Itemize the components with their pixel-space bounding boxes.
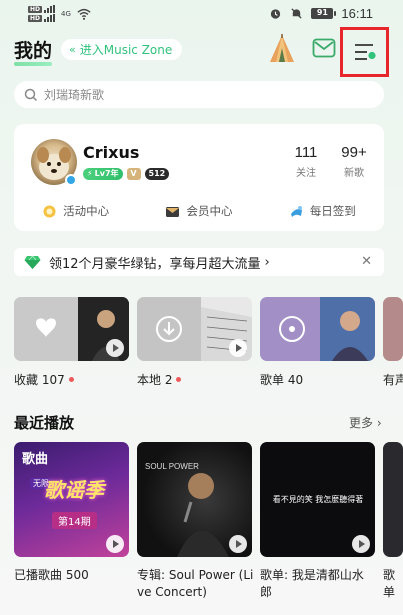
activity-center-link[interactable]: 活动中心 xyxy=(14,202,137,220)
cover-episode: 第14期 xyxy=(52,512,97,529)
play-icon[interactable] xyxy=(352,535,370,553)
recent-card-playlist-label: 歌单: 我是清都山水 郎 xyxy=(260,567,378,601)
username[interactable]: Crixus xyxy=(83,143,139,162)
sim2-tag: HD xyxy=(28,14,43,22)
signal-2-icon xyxy=(44,14,56,22)
header: 我的 « 进入Music Zone xyxy=(0,27,403,77)
local-tile[interactable] xyxy=(137,297,252,361)
mute-bell-icon xyxy=(291,8,303,19)
user-badges: ⚡ Lv7年 V 512 xyxy=(83,168,170,180)
recent-card-partial[interactable] xyxy=(383,442,403,557)
favorites-label: 收藏 107 xyxy=(14,373,65,387)
playlists-label: 歌单 40 xyxy=(260,373,304,387)
verified-badge-icon xyxy=(65,174,77,186)
promo-banner[interactable]: 领12个月豪华绿钻，享每月超大流量 › ✕ xyxy=(14,248,384,276)
music-zone-link[interactable]: « 进入Music Zone xyxy=(61,39,183,60)
close-icon[interactable]: ✕ xyxy=(361,254,372,269)
tent-icon[interactable] xyxy=(268,34,296,64)
audiobook-label: 有声 xyxy=(383,373,403,387)
menu-icon xyxy=(354,44,376,60)
new-songs-count: 99+ xyxy=(341,144,367,161)
search-input[interactable] xyxy=(44,87,364,102)
member-envelope-icon xyxy=(166,206,180,217)
daily-sign-in-label: 每日签到 xyxy=(309,204,356,218)
new-songs-stat[interactable]: 99+ 新歌 xyxy=(334,144,374,179)
new-songs-label: 新歌 xyxy=(344,168,364,179)
play-icon[interactable] xyxy=(106,535,124,553)
mail-icon[interactable] xyxy=(312,38,336,58)
new-dot xyxy=(68,377,74,382)
network-type: 4G xyxy=(61,9,71,18)
local-label-row: 本地 2 xyxy=(137,371,182,388)
album-label-line2: ve Concert) xyxy=(137,585,207,599)
playlist-cover-text: 看不見的笑 我怎麼聽得著 xyxy=(272,495,364,504)
recent-section-title: 最近播放 xyxy=(14,414,75,432)
favorites-label-row: 收藏 107 xyxy=(14,371,74,388)
play-icon[interactable] xyxy=(229,339,247,357)
recent-card-album[interactable]: SOUL POWER xyxy=(137,442,252,557)
audiobook-tile[interactable] xyxy=(383,297,403,361)
playlists-tile[interactable] xyxy=(260,297,375,361)
playlists-cover xyxy=(260,297,375,361)
activity-center-label: 活动中心 xyxy=(63,204,110,218)
page-title: 我的 xyxy=(14,40,53,62)
playlists-label-row: 歌单 40 xyxy=(260,371,303,388)
promo-text: 领12个月豪华绿钻，享每月超大流量 xyxy=(49,256,261,272)
number-badge[interactable]: 512 xyxy=(144,168,170,180)
recent-card-songs-label: 已播歌曲 500 xyxy=(14,568,89,582)
audiobook-label-row: 有声 xyxy=(383,371,403,388)
favorites-tile[interactable] xyxy=(14,297,129,361)
new-dot xyxy=(176,377,182,382)
recent-card-album-label: 专辑: Soul Power (Li ve Concert) xyxy=(137,567,255,601)
music-zone-label: 进入Music Zone xyxy=(79,43,173,57)
search-bar[interactable] xyxy=(14,81,384,108)
recent-card-songs[interactable]: 歌曲 无限 歌谣季 第14期 xyxy=(14,442,129,557)
wifi-icon xyxy=(77,8,91,20)
partial-label-line1: 歌单 xyxy=(383,568,396,599)
menu-button[interactable] xyxy=(340,27,389,77)
album-label-line1: 专辑: Soul Power (Li xyxy=(137,568,254,582)
battery-icon: 91 xyxy=(311,8,337,19)
daily-sign-in-link[interactable]: 每日签到 xyxy=(261,202,384,220)
follow-count: 111 xyxy=(294,144,318,161)
disc-icon xyxy=(289,326,295,332)
follow-stat[interactable]: 111 关注 xyxy=(286,144,326,179)
recent-card-playlist[interactable]: 看不見的笑 我怎麼聽得著 xyxy=(260,442,375,557)
clock: 16:11 xyxy=(341,6,373,21)
activity-icon xyxy=(43,205,56,217)
level-badge[interactable]: ⚡ Lv7年 xyxy=(83,168,123,180)
play-icon[interactable] xyxy=(229,535,247,553)
quick-links: 活动中心 会员中心 每日签到 xyxy=(14,202,384,220)
more-link[interactable]: 更多 › xyxy=(349,414,382,431)
album-cover-text: SOUL POWER xyxy=(145,462,199,471)
cover-headline: 歌谣季 xyxy=(44,478,104,502)
title-underline xyxy=(14,62,52,66)
member-center-link[interactable]: 会员中心 xyxy=(137,202,260,220)
chevron-right-icon: › xyxy=(264,254,270,270)
level-badge-text: Lv7年 xyxy=(94,169,119,178)
member-center-label: 会员中心 xyxy=(186,204,233,218)
status-bar: HD HD 4G 91 16:11 xyxy=(0,0,403,30)
status-left: HD HD 4G xyxy=(28,5,91,22)
cover-title: 歌曲 xyxy=(22,452,49,467)
playlist-label-line2: 郎 xyxy=(260,585,273,599)
battery-level: 91 xyxy=(312,9,333,18)
sim-indicators: HD HD xyxy=(28,5,56,22)
vip-badge[interactable]: V xyxy=(126,168,141,180)
status-right: 91 16:11 xyxy=(269,6,373,21)
sim1-tag: HD xyxy=(28,5,43,13)
green-diamond-icon xyxy=(24,254,41,269)
recent-card-partial-label: 歌单 xyxy=(383,567,403,601)
chevron-left-icon: « xyxy=(69,43,76,56)
profile-card: Crixus ⚡ Lv7年 V 512 111 关注 99+ 新歌 活动中心 会… xyxy=(14,124,384,231)
lightning-icon: ⚡ xyxy=(87,169,93,178)
play-icon[interactable] xyxy=(106,339,124,357)
sign-in-icon xyxy=(290,205,302,217)
alarm-icon xyxy=(271,9,281,19)
follow-label: 关注 xyxy=(296,168,316,179)
signal-1-icon xyxy=(44,5,56,13)
local-label: 本地 2 xyxy=(137,373,173,387)
search-icon xyxy=(24,88,38,101)
playlist-label-line1: 歌单: 我是清都山水 xyxy=(260,568,364,582)
